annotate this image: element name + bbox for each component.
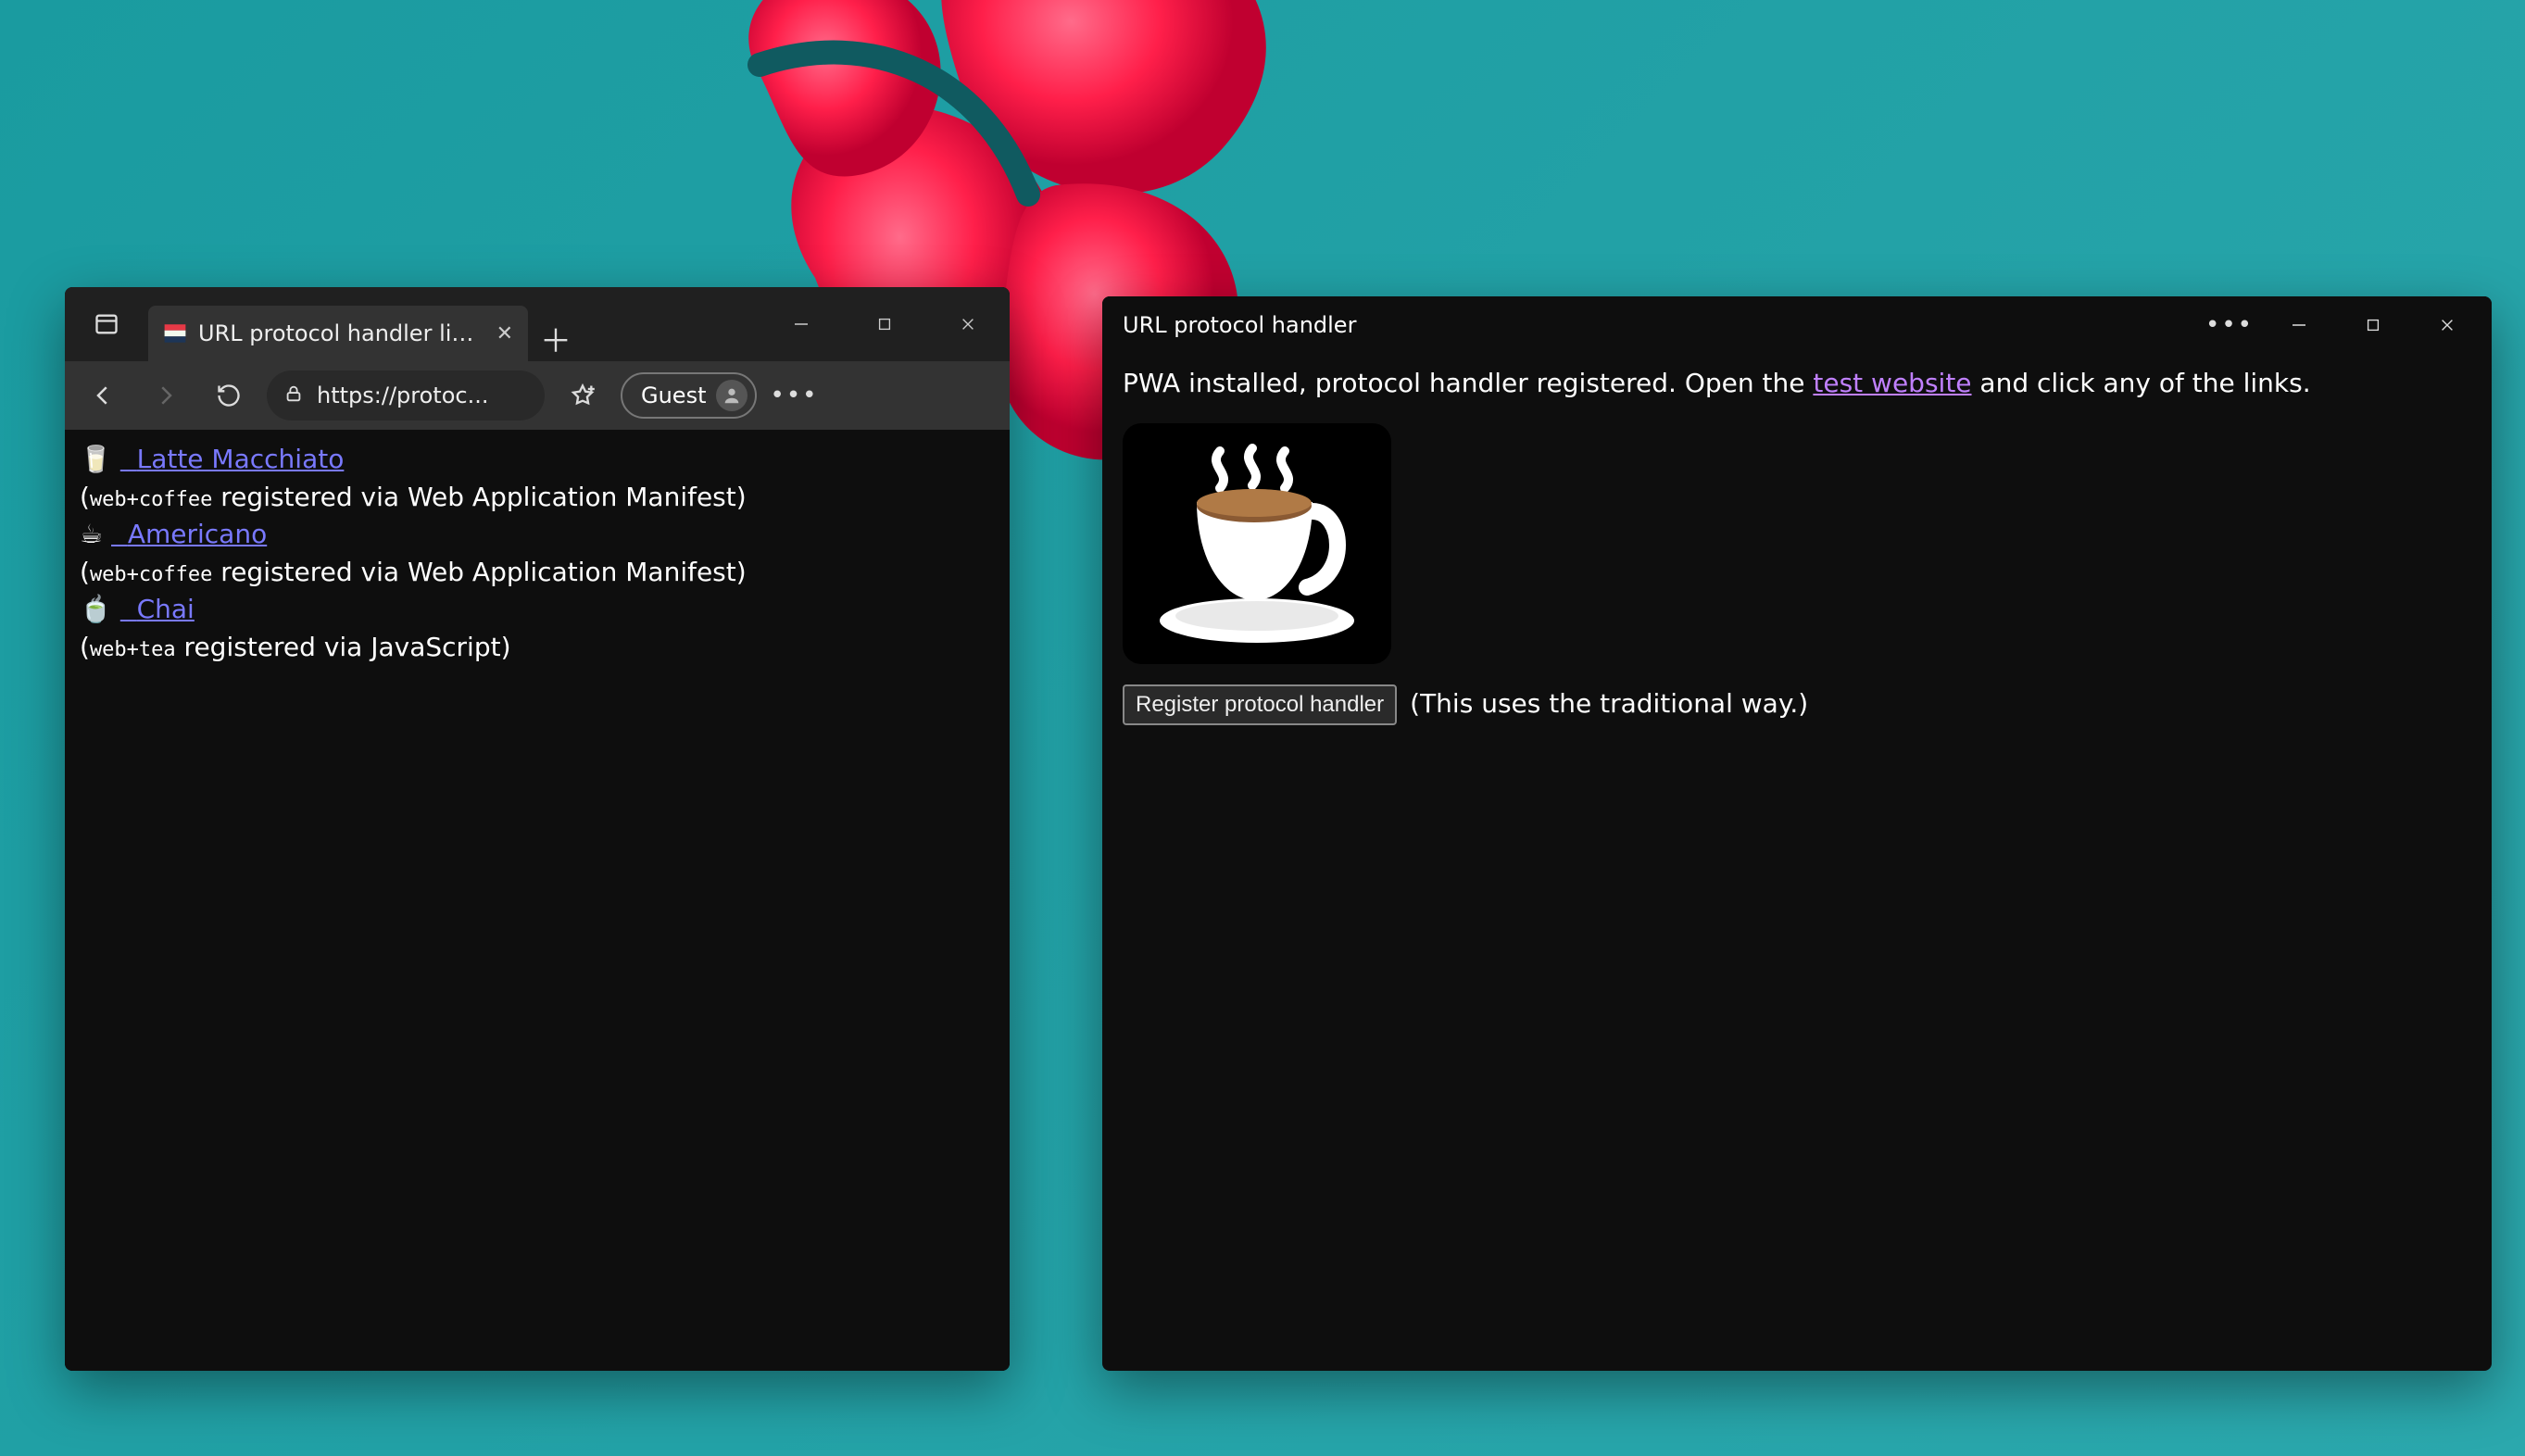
test-website-link[interactable]: test website	[1813, 368, 1971, 398]
list-item-note: (web+tea registered via JavaScript)	[80, 629, 995, 667]
list-item: 🥛 Latte Macchiato	[80, 441, 995, 479]
lock-icon	[283, 383, 304, 408]
pwa-minimize-button[interactable]	[2262, 296, 2336, 354]
coffee-cup-icon	[1141, 437, 1373, 650]
avatar-icon	[716, 380, 747, 411]
browser-toolbar: https://protoc... Guest •••	[65, 361, 1010, 430]
coffee-icon: ☕	[80, 516, 103, 554]
tab-actions-button[interactable]	[65, 287, 148, 361]
profile-button[interactable]: Guest	[621, 372, 757, 419]
pwa-body: PWA installed, protocol handler register…	[1102, 354, 2492, 1371]
page-content: 🥛 Latte Macchiato (web+coffee registered…	[65, 430, 1010, 1371]
reload-button[interactable]	[204, 370, 254, 420]
register-hint-text: (This uses the traditional way.)	[1410, 685, 1808, 723]
profile-label: Guest	[641, 383, 707, 408]
tab-close-icon[interactable]: ✕	[496, 322, 513, 345]
more-menu-button[interactable]: •••	[770, 370, 820, 420]
tab-strip: URL protocol handler links ✕ ＋	[148, 287, 760, 361]
pwa-titlebar[interactable]: URL protocol handler •••	[1102, 296, 2492, 354]
coffee-cup-image	[1123, 423, 1391, 664]
address-bar[interactable]: https://protoc...	[267, 370, 545, 420]
url-text: https://protoc...	[317, 383, 488, 408]
browser-window: URL protocol handler links ✕ ＋	[65, 287, 1010, 1371]
new-tab-button[interactable]: ＋	[528, 316, 584, 361]
latte-icon: 🥛	[80, 441, 112, 479]
back-button[interactable]	[78, 370, 128, 420]
tab-favicon-icon	[163, 321, 187, 345]
list-item: 🍵 Chai	[80, 591, 995, 629]
forward-button[interactable]	[141, 370, 191, 420]
pwa-close-button[interactable]	[2410, 296, 2484, 354]
list-item: ☕ Americano	[80, 516, 995, 554]
tea-icon: 🍵	[80, 591, 112, 629]
tab-title: URL protocol handler links	[198, 320, 478, 346]
pwa-window-controls	[2262, 296, 2484, 354]
list-item-note: (web+coffee registered via Web Applicati…	[80, 554, 995, 592]
pwa-status-text: PWA installed, protocol handler register…	[1123, 365, 2471, 403]
minimize-button[interactable]	[760, 287, 843, 361]
pwa-window-title: URL protocol handler	[1123, 312, 1356, 338]
pwa-menu-button[interactable]: •••	[2197, 311, 2262, 339]
maximize-button[interactable]	[843, 287, 926, 361]
link-americano[interactable]: Americano	[111, 519, 267, 549]
desktop-background: URL protocol handler links ✕ ＋	[0, 0, 2525, 1456]
pwa-window: URL protocol handler ••• PWA installed, …	[1102, 296, 2492, 1371]
favorites-button[interactable]	[558, 370, 608, 420]
link-chai[interactable]: Chai	[120, 594, 195, 624]
list-item-note: (web+coffee registered via Web Applicati…	[80, 479, 995, 517]
close-button[interactable]	[926, 287, 1010, 361]
register-protocol-button[interactable]: Register protocol handler	[1123, 684, 1397, 725]
link-latte[interactable]: Latte Macchiato	[120, 444, 345, 474]
browser-tab[interactable]: URL protocol handler links ✕	[148, 306, 528, 361]
browser-titlebar[interactable]: URL protocol handler links ✕ ＋	[65, 287, 1010, 361]
window-controls	[760, 287, 1010, 361]
pwa-maximize-button[interactable]	[2336, 296, 2410, 354]
